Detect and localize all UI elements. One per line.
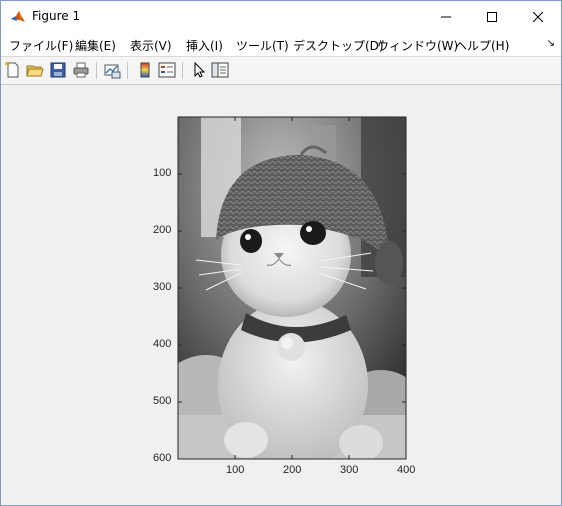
grayscale-cat-image xyxy=(178,117,406,459)
y-tick-label: 500 xyxy=(153,395,172,407)
menu-tools[interactable]: ツール(T) xyxy=(236,37,289,54)
close-button[interactable] xyxy=(515,1,561,32)
close-icon xyxy=(533,11,543,22)
y-tick-label: 200 xyxy=(153,224,172,236)
colorbar-icon[interactable] xyxy=(136,61,154,79)
figure-canvas[interactable]: 100 200 300 400 500 600 100 200 300 400 xyxy=(1,85,561,505)
print-icon[interactable] xyxy=(72,61,90,79)
figure-toolbar xyxy=(1,56,561,85)
y-tick-label: 400 xyxy=(153,338,172,350)
save-icon[interactable] xyxy=(49,61,67,79)
y-tick-label: 600 xyxy=(153,452,172,464)
toolbar-separator xyxy=(127,62,128,79)
legend-icon[interactable] xyxy=(158,61,176,79)
y-tick-label: 300 xyxy=(153,281,172,293)
x-tick-label: 100 xyxy=(226,464,245,476)
x-tick-label: 400 xyxy=(397,464,416,476)
matlab-logo-icon xyxy=(10,9,26,25)
minimize-button[interactable] xyxy=(423,1,469,32)
axes[interactable] xyxy=(1,85,561,505)
window-title: Figure 1 xyxy=(32,9,81,23)
property-editor-icon[interactable] xyxy=(211,61,229,79)
new-figure-icon[interactable] xyxy=(4,61,22,79)
menu-view[interactable]: 表示(V) xyxy=(130,37,172,54)
pointer-icon[interactable] xyxy=(190,61,208,79)
figure-window: Figure 1 ファイル(F) 編集(E) 表示(V) 挿入(I) ツール(T… xyxy=(0,0,562,506)
menu-file[interactable]: ファイル(F) xyxy=(9,37,73,54)
title-bar: Figure 1 xyxy=(1,1,561,32)
maximize-button[interactable] xyxy=(469,1,515,32)
menu-edit[interactable]: 編集(E) xyxy=(75,37,116,54)
menu-desktop[interactable]: デスクトップ(D) xyxy=(293,37,384,54)
menu-help[interactable]: ヘルプ(H) xyxy=(455,37,509,54)
maximize-icon xyxy=(487,11,497,22)
menu-overflow-icon[interactable]: ↘ xyxy=(547,38,555,49)
menu-bar: ファイル(F) 編集(E) 表示(V) 挿入(I) ツール(T) デスクトップ(… xyxy=(1,32,561,56)
x-tick-label: 300 xyxy=(340,464,359,476)
menu-window[interactable]: ウィンドウ(W) xyxy=(377,37,458,54)
toolbar-separator xyxy=(96,62,97,79)
link-plot-icon[interactable] xyxy=(103,61,121,79)
open-file-icon[interactable] xyxy=(26,61,44,79)
minimize-icon xyxy=(441,16,451,17)
toolbar-separator xyxy=(182,62,183,79)
x-tick-label: 200 xyxy=(283,464,302,476)
y-tick-label: 100 xyxy=(153,167,172,179)
menu-insert[interactable]: 挿入(I) xyxy=(186,37,223,54)
